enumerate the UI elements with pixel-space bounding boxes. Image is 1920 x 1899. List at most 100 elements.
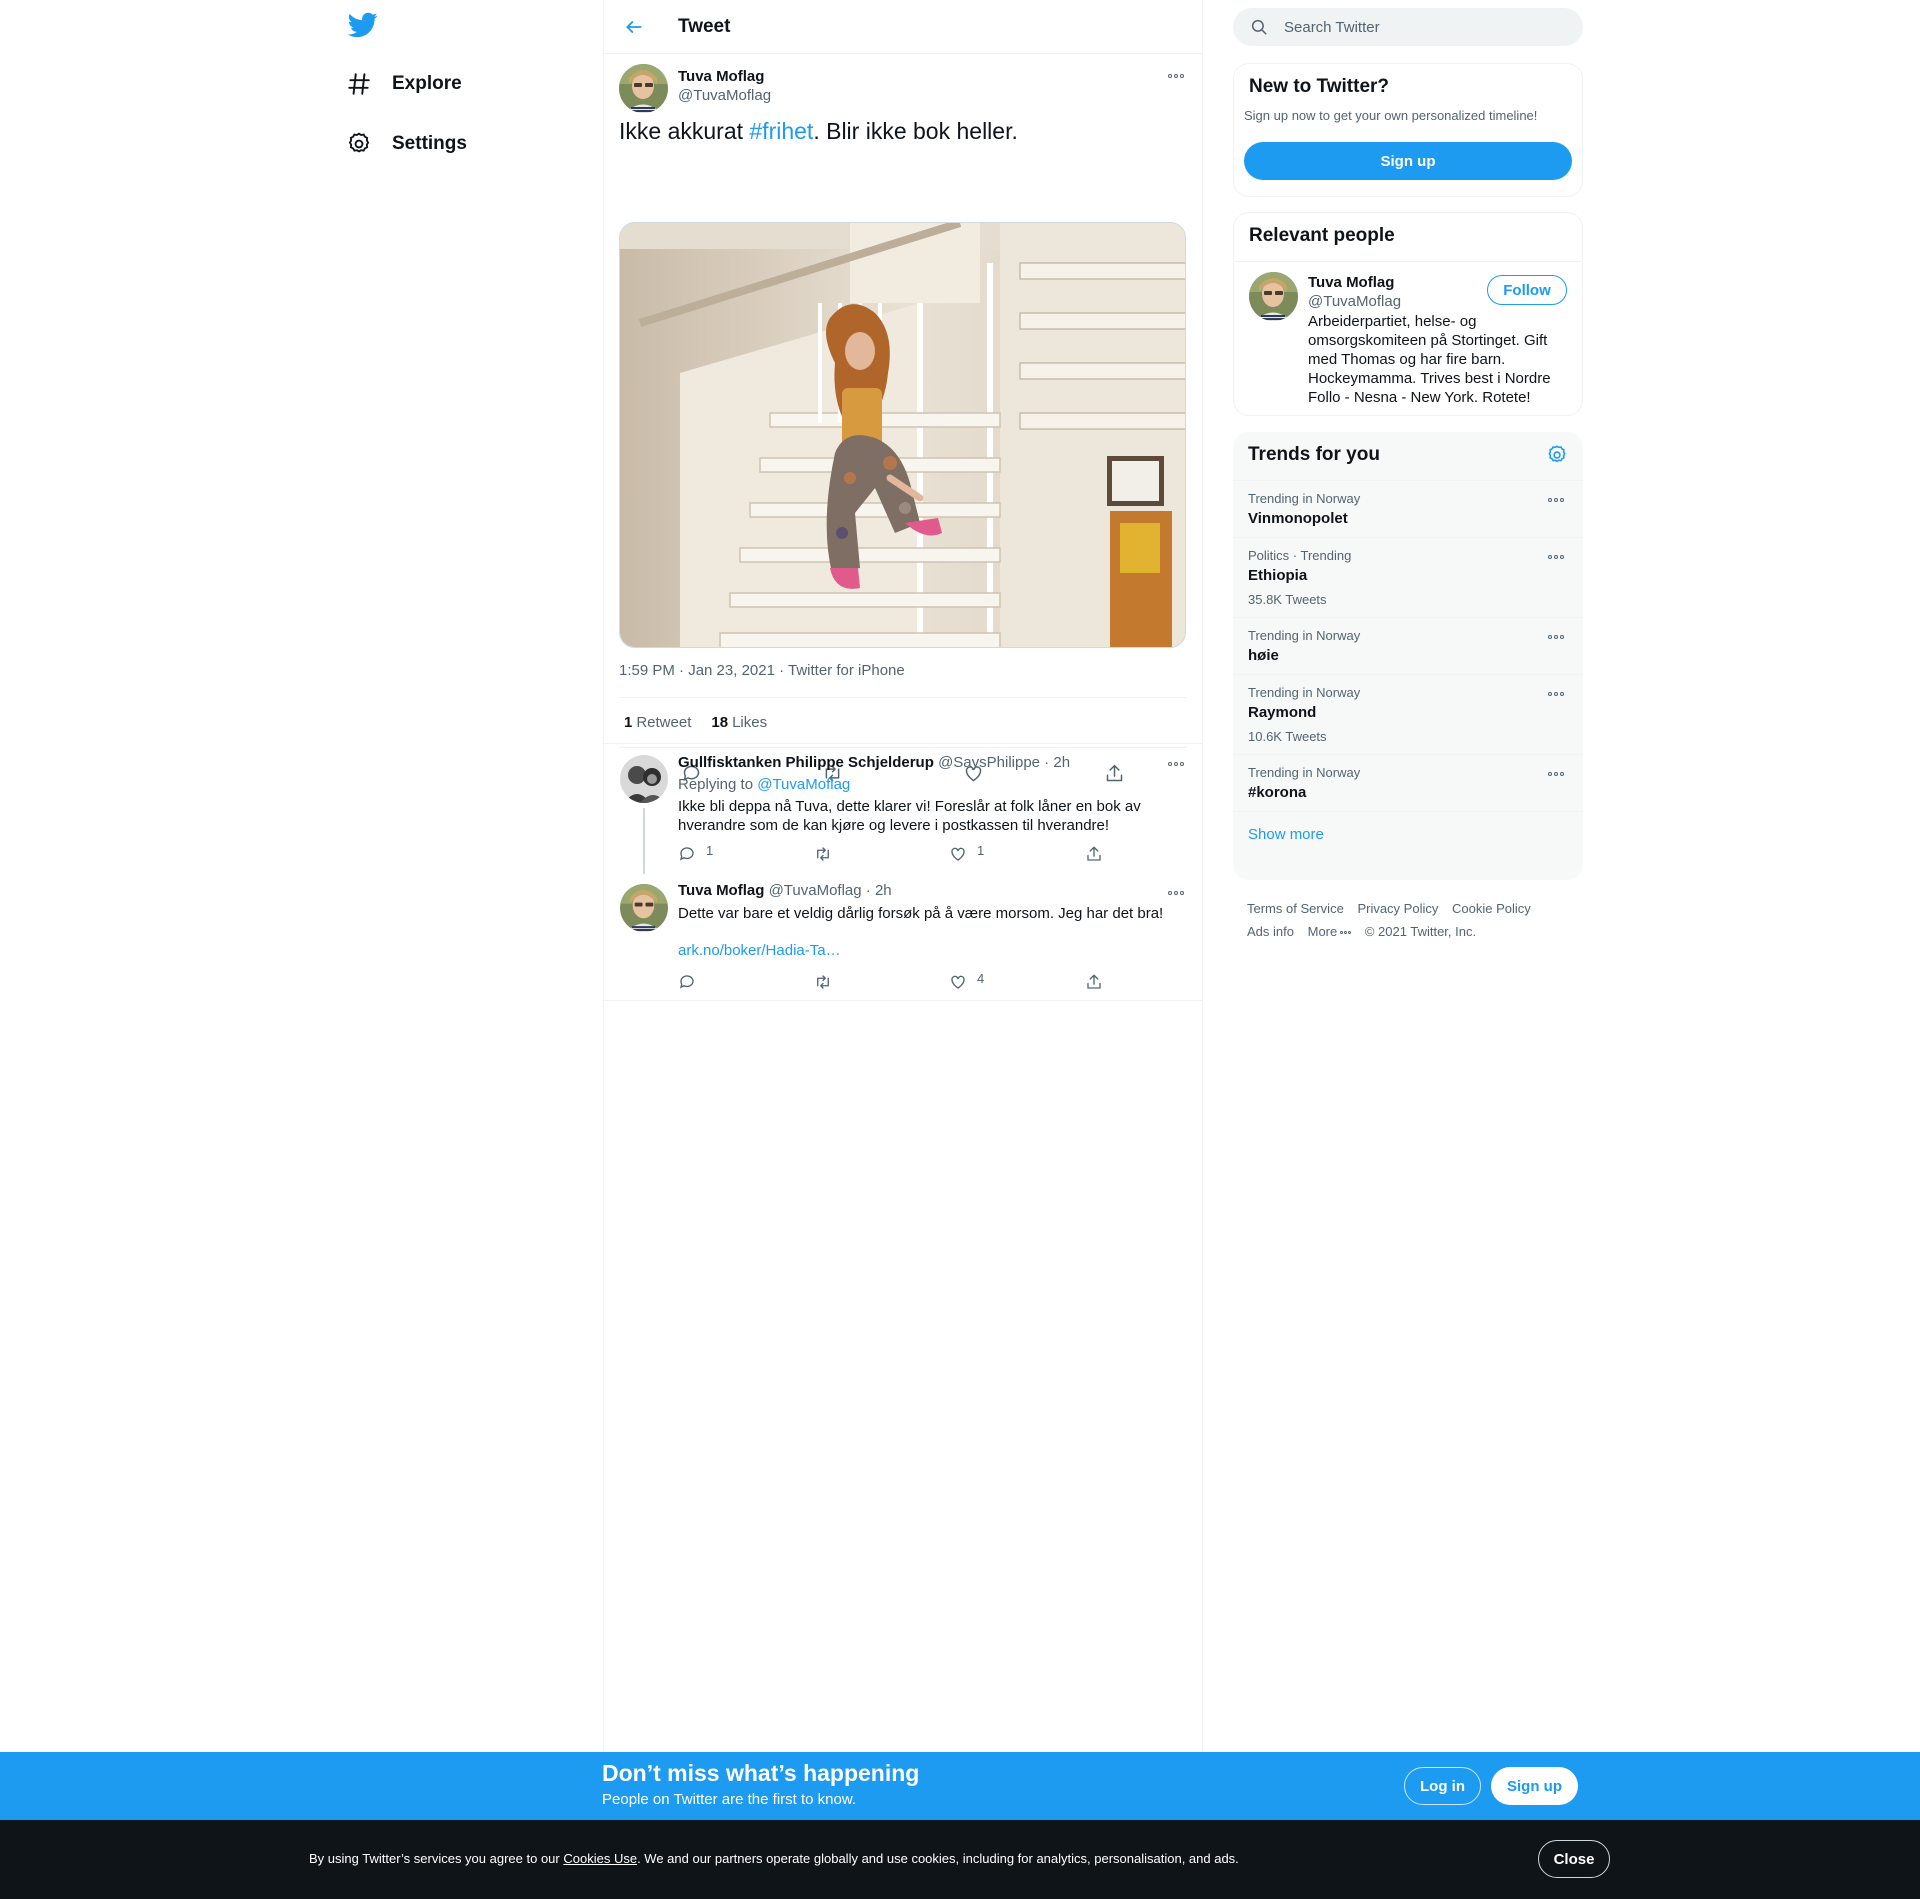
back-button[interactable] (620, 13, 648, 41)
signup-button[interactable]: Sign up (1244, 142, 1572, 180)
reply-actions: 1 1 (678, 843, 1118, 865)
avatar[interactable] (1249, 272, 1298, 321)
dot (1554, 692, 1558, 696)
separator: · (861, 882, 875, 899)
reply-time[interactable]: 2h (875, 882, 892, 899)
dot (1560, 772, 1564, 776)
share-icon (1085, 843, 1103, 863)
cookie-bar: By using Twitter’s services you agree to… (0, 1820, 1920, 1899)
trends-title: Trends for you (1248, 444, 1380, 465)
trend-item[interactable]: Trending in Norway #korona (1233, 755, 1583, 812)
nav-item-explore[interactable]: Explore (346, 62, 462, 106)
follow-button[interactable]: Follow (1487, 275, 1567, 305)
dot (1554, 555, 1558, 559)
more-options-button[interactable] (1545, 493, 1567, 507)
retweet-button[interactable] (814, 843, 842, 863)
hashtag-icon (346, 71, 372, 97)
avatar[interactable] (619, 64, 668, 113)
card-title: Trends for you (1233, 432, 1583, 481)
reply-author-name[interactable]: Tuva Moflag (678, 882, 764, 899)
avatar[interactable] (620, 884, 668, 932)
tweet-text-part: Ikke akkurat (619, 118, 750, 144)
trends-card: Trends for you Trending in Norway Vinmon… (1233, 432, 1583, 880)
reply-author-handle[interactable]: @SaysPhilippe (938, 754, 1040, 771)
external-link[interactable]: ark.no/boker/Hadia-Ta… (678, 942, 841, 959)
footer-link-ads-info[interactable]: Ads info (1247, 924, 1294, 939)
footer-link-cookies[interactable]: Cookie Policy (1452, 901, 1531, 916)
share-button[interactable] (1085, 971, 1103, 991)
trend-item[interactable]: Trending in Norway høie (1233, 618, 1583, 675)
trend-tweet-count: 35.8K Tweets (1248, 592, 1327, 607)
tweet-timestamp[interactable]: 1:59 PM · Jan 23, 2021 (619, 662, 775, 679)
more-options-button[interactable] (1165, 757, 1187, 771)
trend-item[interactable]: Trending in Norway Vinmonopolet (1233, 481, 1583, 538)
search-input[interactable] (1284, 18, 1544, 36)
more-options-button[interactable] (1165, 886, 1187, 900)
login-button[interactable]: Log in (1404, 1767, 1481, 1805)
reply-text: Dette var bare et veldig dårlig forsøk p… (678, 905, 1164, 922)
dot (1560, 555, 1564, 559)
dot (1174, 762, 1178, 766)
tweet-text: Ikke akkurat #frihet. Blir ikke bok hell… (604, 116, 1033, 146)
retweet-stat[interactable]: 1 Retweet (624, 714, 691, 731)
avatar[interactable] (620, 755, 668, 803)
tweet-photo[interactable] (619, 222, 1186, 648)
page-title: Tweet (678, 16, 731, 37)
close-button[interactable]: Close (1538, 1840, 1610, 1878)
hashtag-link[interactable]: #frihet (749, 118, 813, 144)
dot (1168, 74, 1172, 78)
card-title: Relevant people (1234, 213, 1582, 262)
person-item[interactable]: Tuva Moflag @TuvaMoflag Arbeiderpartiet,… (1234, 262, 1582, 412)
retweet-button[interactable] (814, 971, 842, 991)
reply-author-handle[interactable]: @TuvaMoflag (769, 882, 862, 899)
like-icon (949, 971, 967, 991)
person-bio: Arbeiderpartiet, helse- og omsorgskomite… (1308, 313, 1551, 406)
mention-link[interactable]: @TuvaMoflag (757, 776, 850, 793)
page-header: Tweet (604, 0, 1202, 54)
tweet-author[interactable]: Tuva Moflag @TuvaMoflag (678, 68, 771, 104)
more-options-button[interactable] (1545, 687, 1567, 701)
trend-item[interactable]: Politics · Trending Ethiopia 35.8K Tweet… (1233, 538, 1583, 618)
cookie-text-part: . We and our partners operate globally a… (637, 1851, 1239, 1866)
dot (1548, 692, 1552, 696)
more-options-button[interactable] (1545, 550, 1567, 564)
like-button[interactable]: 4 (949, 971, 984, 991)
reply-button[interactable] (678, 971, 706, 991)
like-stat[interactable]: 18 Likes (711, 714, 767, 731)
more-options-button[interactable] (1545, 767, 1567, 781)
reply-author-name[interactable]: Gullfisktanken Philippe Schjelderup (678, 754, 934, 771)
reply-button[interactable]: 1 (678, 843, 713, 863)
trend-context: Trending in Norway (1248, 628, 1361, 643)
banner-signup-button[interactable]: Sign up (1491, 1767, 1578, 1805)
search-icon (1250, 18, 1268, 36)
footer-link-terms[interactable]: Terms of Service (1247, 901, 1344, 916)
reply-text: Ikke bli deppa nå Tuva, dette klarer vi!… (678, 798, 1141, 834)
cookies-use-link[interactable]: Cookies Use (563, 1851, 637, 1866)
dot (1548, 498, 1552, 502)
tweet-source[interactable]: Twitter for iPhone (788, 662, 905, 679)
like-count: 1 (977, 843, 985, 858)
tweet-header: Tuva Moflag @TuvaMoflag (604, 54, 1202, 116)
dot (1180, 762, 1184, 766)
search-bar[interactable] (1233, 8, 1583, 46)
reply-time[interactable]: 2h (1053, 754, 1070, 771)
card-title: New to Twitter? (1249, 76, 1390, 97)
trend-name: Ethiopia (1248, 567, 1308, 584)
show-more-link[interactable]: Show more (1233, 812, 1583, 857)
like-button[interactable]: 1 (949, 843, 984, 863)
twitter-bird-icon[interactable] (348, 10, 382, 44)
reply-tweet[interactable]: Gullfisktanken Philippe Schjelderup @Say… (604, 744, 1202, 874)
more-options-button[interactable] (1545, 630, 1567, 644)
trend-item[interactable]: Trending in Norway Raymond 10.6K Tweets (1233, 675, 1583, 755)
share-button[interactable] (1085, 843, 1103, 863)
nav-item-settings[interactable]: Settings (346, 122, 467, 166)
more-options-button[interactable] (1165, 69, 1187, 83)
reply-tweet[interactable]: Tuva Moflag @TuvaMoflag · 2h Dette var b… (604, 872, 1202, 1000)
person-handle[interactable]: @TuvaMoflag (1308, 293, 1401, 310)
footer-link-more[interactable]: More (1308, 924, 1352, 939)
separator: · (1040, 754, 1054, 771)
person-name[interactable]: Tuva Moflag (1308, 274, 1394, 291)
copyright: © 2021 Twitter, Inc. (1364, 924, 1477, 939)
gear-icon[interactable] (1546, 444, 1568, 466)
footer-link-privacy[interactable]: Privacy Policy (1357, 901, 1438, 916)
